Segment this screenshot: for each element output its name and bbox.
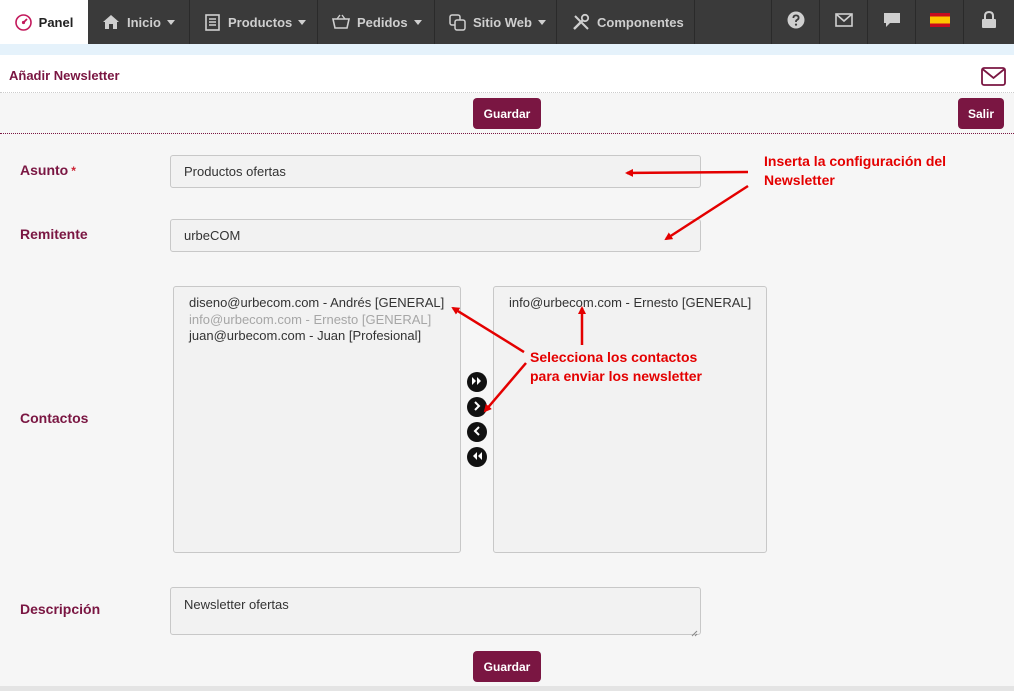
- annotation-arrows: [451, 168, 749, 413]
- footer-divider: [0, 686, 1014, 691]
- arrow-to-remitente: [664, 184, 749, 241]
- arrow-to-move-button: [483, 362, 527, 413]
- arrow-to-available-list: [451, 306, 525, 354]
- app-root: Panel Inicio Productos Pedidos Sitio Web…: [0, 0, 1014, 691]
- arrow-to-asunto: [625, 168, 749, 177]
